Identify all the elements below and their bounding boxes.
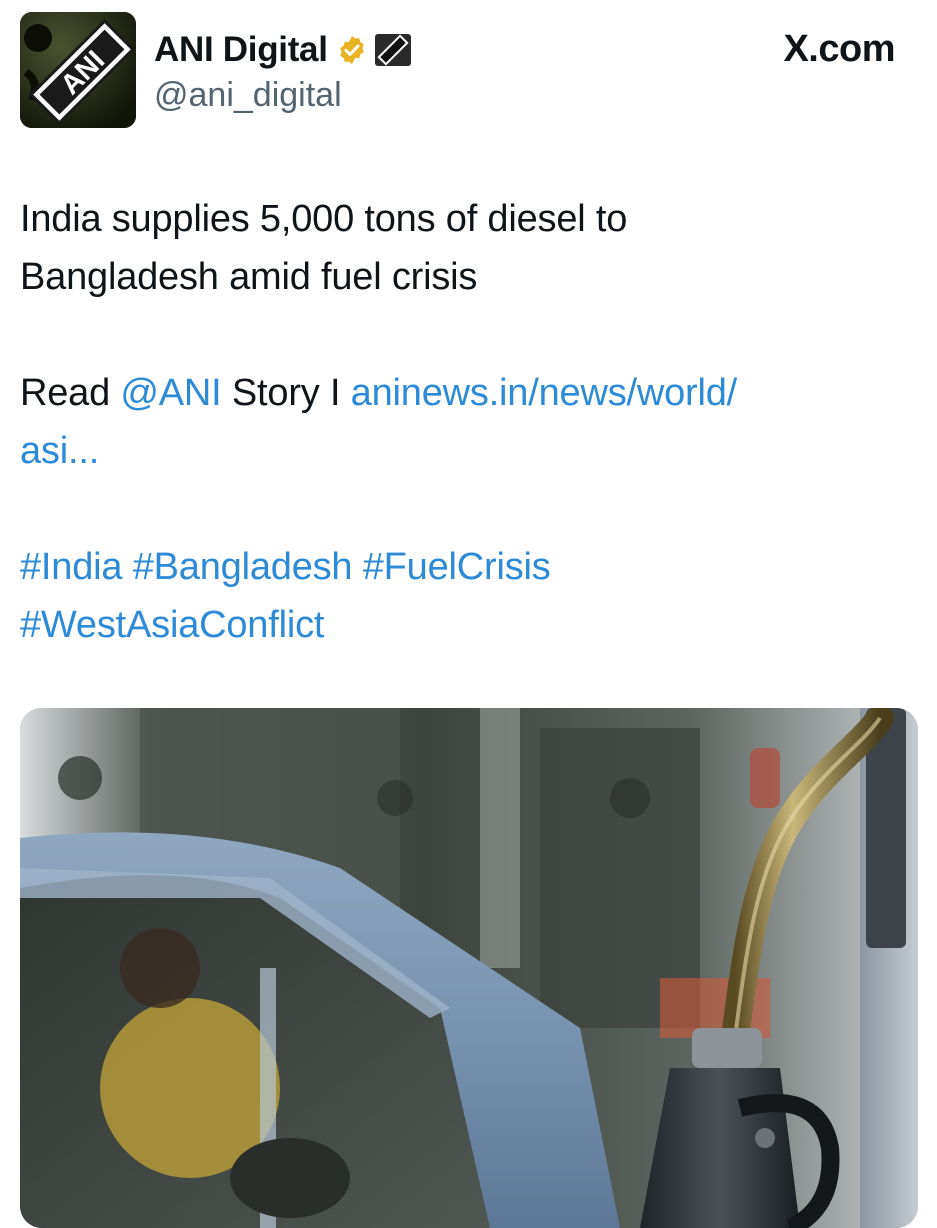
- read-prefix: Read: [20, 372, 111, 414]
- headline-line-2: Bangladesh amid fuel crisis: [20, 256, 478, 298]
- display-name[interactable]: ANI Digital: [154, 30, 328, 70]
- ani-logo-icon: [374, 33, 412, 67]
- site-text: X.com: [783, 28, 895, 70]
- mention-link[interactable]: @ANI: [120, 372, 221, 414]
- hashtag-fuelcrisis[interactable]: #FuelCrisis: [363, 546, 551, 588]
- verified-badge-icon: [336, 34, 368, 66]
- hashtag-bangladesh[interactable]: #Bangladesh: [133, 546, 353, 588]
- tweet-media-photo[interactable]: [20, 708, 918, 1228]
- story-link-part-1[interactable]: aninews.in/news/world/: [351, 372, 738, 414]
- hashtag-line-2: #WestAsiaConflict: [20, 596, 910, 654]
- ani-avatar-logo: ANI: [20, 12, 136, 128]
- handle[interactable]: @ani_digital: [154, 76, 342, 115]
- fuel-nozzle-photo: [20, 708, 918, 1228]
- hashtag-line-1: #India #Bangladesh #FuelCrisis: [20, 538, 910, 596]
- avatar[interactable]: ANI: [20, 12, 136, 128]
- tweet-header: ANI ANI Digital @ani_digital X.com: [20, 12, 917, 128]
- hashtag-india[interactable]: #India: [20, 546, 123, 588]
- x-com-label: X.com: [783, 28, 895, 71]
- tweet-text: India supplies 5,000 tons of diesel to B…: [20, 190, 910, 654]
- hashtag-westasiaconflict[interactable]: #WestAsiaConflict: [20, 604, 324, 646]
- story-word: Story I: [231, 372, 341, 414]
- link-continuation-line: asi...: [20, 422, 910, 480]
- name-row: ANI Digital: [154, 28, 412, 72]
- headline-line-1: India supplies 5,000 tons of diesel to: [20, 198, 628, 240]
- story-link-part-2[interactable]: asi...: [20, 430, 99, 472]
- read-line: Read @ANI Story I aninews.in/news/world/: [20, 364, 910, 422]
